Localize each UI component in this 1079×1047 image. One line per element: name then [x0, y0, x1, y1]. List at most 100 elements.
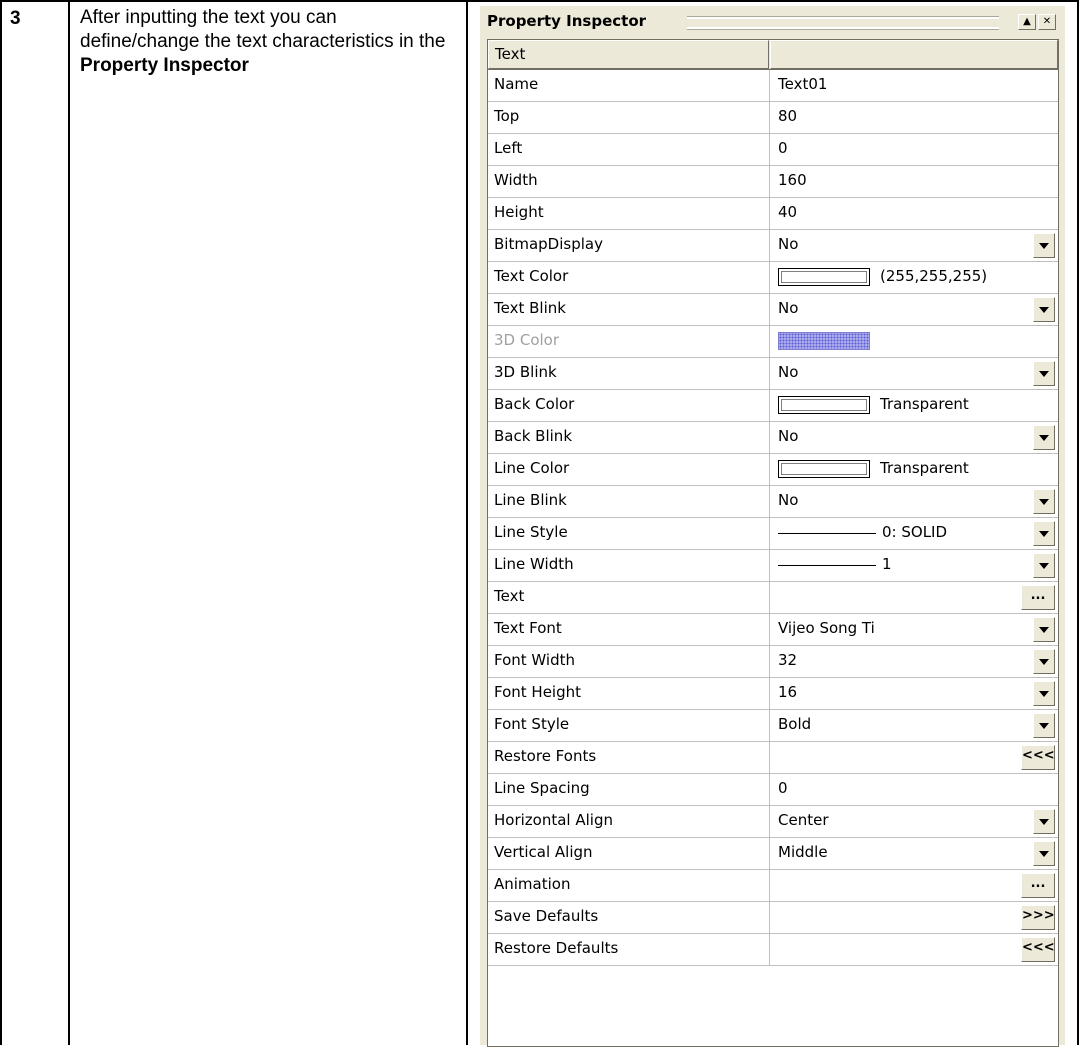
column-separator: [769, 806, 770, 837]
header-name-column[interactable]: Text: [488, 40, 769, 69]
property-value[interactable]: Text01: [778, 75, 827, 93]
table-left-border: [0, 0, 2, 1045]
property-row-text-color[interactable]: Text Color (255,255,255): [488, 262, 1058, 294]
line-sample: [778, 565, 876, 566]
property-name: Text Blink: [494, 299, 566, 317]
property-value[interactable]: 160: [778, 171, 807, 189]
property-name: Line Width: [494, 555, 574, 573]
property-row-bitmapdisplay[interactable]: BitmapDisplay No: [488, 230, 1058, 262]
column-separator: [769, 646, 770, 677]
column-separator: [769, 582, 770, 613]
dropdown-arrow-icon[interactable]: [1033, 713, 1055, 738]
dropdown-arrow-icon[interactable]: [1033, 617, 1055, 642]
dropdown-arrow-icon[interactable]: [1033, 361, 1055, 386]
color-value: Transparent: [880, 395, 969, 413]
property-grid: Text Name Text01 Top 80 Left 0 Width 160 Height 4…: [487, 39, 1059, 1047]
property-row-animation[interactable]: Animation...: [488, 870, 1058, 902]
column-separator: [769, 838, 770, 869]
property-value: Center: [778, 811, 829, 829]
property-name: Text: [494, 587, 525, 605]
property-action-button[interactable]: <<<: [1021, 937, 1055, 962]
property-row-height[interactable]: Height 40: [488, 198, 1058, 230]
property-row-width[interactable]: Width 160: [488, 166, 1058, 198]
property-row-line-spacing[interactable]: Line Spacing 0: [488, 774, 1058, 806]
property-row-text-font[interactable]: Text Font Vijeo Song Ti: [488, 614, 1058, 646]
property-action-button[interactable]: <<<: [1021, 745, 1055, 770]
property-name: 3D Blink: [494, 363, 557, 381]
table-divider-1: [68, 0, 70, 1045]
property-row-save-defaults[interactable]: Save Defaults >>>: [488, 902, 1058, 934]
dropdown-arrow-icon[interactable]: [1033, 521, 1055, 546]
scroll-up-button[interactable]: ▲: [1018, 14, 1036, 30]
property-row-font-height[interactable]: Font Height 16: [488, 678, 1058, 710]
property-row-line-width[interactable]: Line Width 1: [488, 550, 1058, 582]
dropdown-arrow-icon[interactable]: [1033, 425, 1055, 450]
property-value: 1: [882, 555, 892, 573]
column-separator: [769, 550, 770, 581]
property-action-button[interactable]: >>>: [1021, 905, 1055, 930]
property-name: 3D Color: [494, 331, 560, 349]
property-row-vertical-align[interactable]: Vertical Align Middle: [488, 838, 1058, 870]
property-row-3d-blink[interactable]: 3D Blink No: [488, 358, 1058, 390]
close-button[interactable]: ✕: [1038, 14, 1056, 30]
column-separator: [769, 166, 770, 197]
drag-grip[interactable]: [687, 17, 999, 29]
dropdown-arrow-icon[interactable]: [1033, 233, 1055, 258]
property-row-name[interactable]: Name Text01: [488, 70, 1058, 102]
property-name: Save Defaults: [494, 907, 599, 925]
color-swatch[interactable]: [778, 396, 870, 414]
property-name: BitmapDisplay: [494, 235, 603, 253]
property-action-button[interactable]: ...: [1021, 873, 1055, 898]
property-row-line-style[interactable]: Line Style 0: SOLID: [488, 518, 1058, 550]
property-action-button[interactable]: ...: [1021, 585, 1055, 610]
property-row-restore-defaults[interactable]: Restore Defaults <<<: [488, 934, 1058, 966]
dropdown-arrow-icon[interactable]: [1033, 489, 1055, 514]
property-row-line-blink[interactable]: Line Blink No: [488, 486, 1058, 518]
property-name: Vertical Align: [494, 843, 593, 861]
dropdown-arrow-icon[interactable]: [1033, 649, 1055, 674]
property-row-back-color[interactable]: Back Color Transparent: [488, 390, 1058, 422]
property-value[interactable]: 0: [778, 139, 788, 157]
dropdown-arrow-icon[interactable]: [1033, 553, 1055, 578]
dropdown-arrow-icon[interactable]: [1033, 297, 1055, 322]
property-row-line-color[interactable]: Line Color Transparent: [488, 454, 1058, 486]
property-value: No: [778, 299, 799, 317]
color-swatch[interactable]: [778, 332, 870, 350]
property-row-horizontal-align[interactable]: Horizontal Align Center: [488, 806, 1058, 838]
dropdown-arrow-icon[interactable]: [1033, 809, 1055, 834]
property-row-font-style[interactable]: Font Style Bold: [488, 710, 1058, 742]
property-name: Font Height: [494, 683, 582, 701]
property-value[interactable]: 80: [778, 107, 797, 125]
line-sample: [778, 533, 876, 534]
property-row-text[interactable]: Text...: [488, 582, 1058, 614]
step-instruction-bold: Property Inspector: [80, 55, 249, 76]
property-row-back-blink[interactable]: Back Blink No: [488, 422, 1058, 454]
property-row-3d-color[interactable]: 3D Color: [488, 326, 1058, 358]
property-name: Font Width: [494, 651, 576, 669]
column-separator: [769, 326, 770, 357]
dropdown-arrow-icon[interactable]: [1033, 841, 1055, 866]
step-number: 3: [10, 8, 21, 29]
color-swatch[interactable]: [778, 268, 870, 286]
column-separator: [769, 614, 770, 645]
dropdown-arrow-icon[interactable]: [1033, 681, 1055, 706]
property-row-restore-fonts[interactable]: Restore Fonts <<<: [488, 742, 1058, 774]
header-value-column[interactable]: [770, 40, 1058, 69]
property-name: Restore Defaults: [494, 939, 619, 957]
property-value[interactable]: 40: [778, 203, 797, 221]
column-separator: [769, 934, 770, 965]
color-swatch[interactable]: [778, 460, 870, 478]
property-value[interactable]: 0: [778, 779, 788, 797]
column-separator: [769, 262, 770, 293]
property-name: Font Style: [494, 715, 570, 733]
property-row-text-blink[interactable]: Text Blink No: [488, 294, 1058, 326]
property-name: Line Spacing: [494, 779, 590, 797]
column-separator: [769, 230, 770, 261]
property-row-font-width[interactable]: Font Width 32: [488, 646, 1058, 678]
property-value: No: [778, 235, 799, 253]
property-value: Middle: [778, 843, 828, 861]
property-value: 16: [778, 683, 798, 701]
property-row-left[interactable]: Left 0: [488, 134, 1058, 166]
property-inspector-titlebar[interactable]: Property Inspector ▲ ✕: [483, 9, 1061, 33]
property-row-top[interactable]: Top 80: [488, 102, 1058, 134]
